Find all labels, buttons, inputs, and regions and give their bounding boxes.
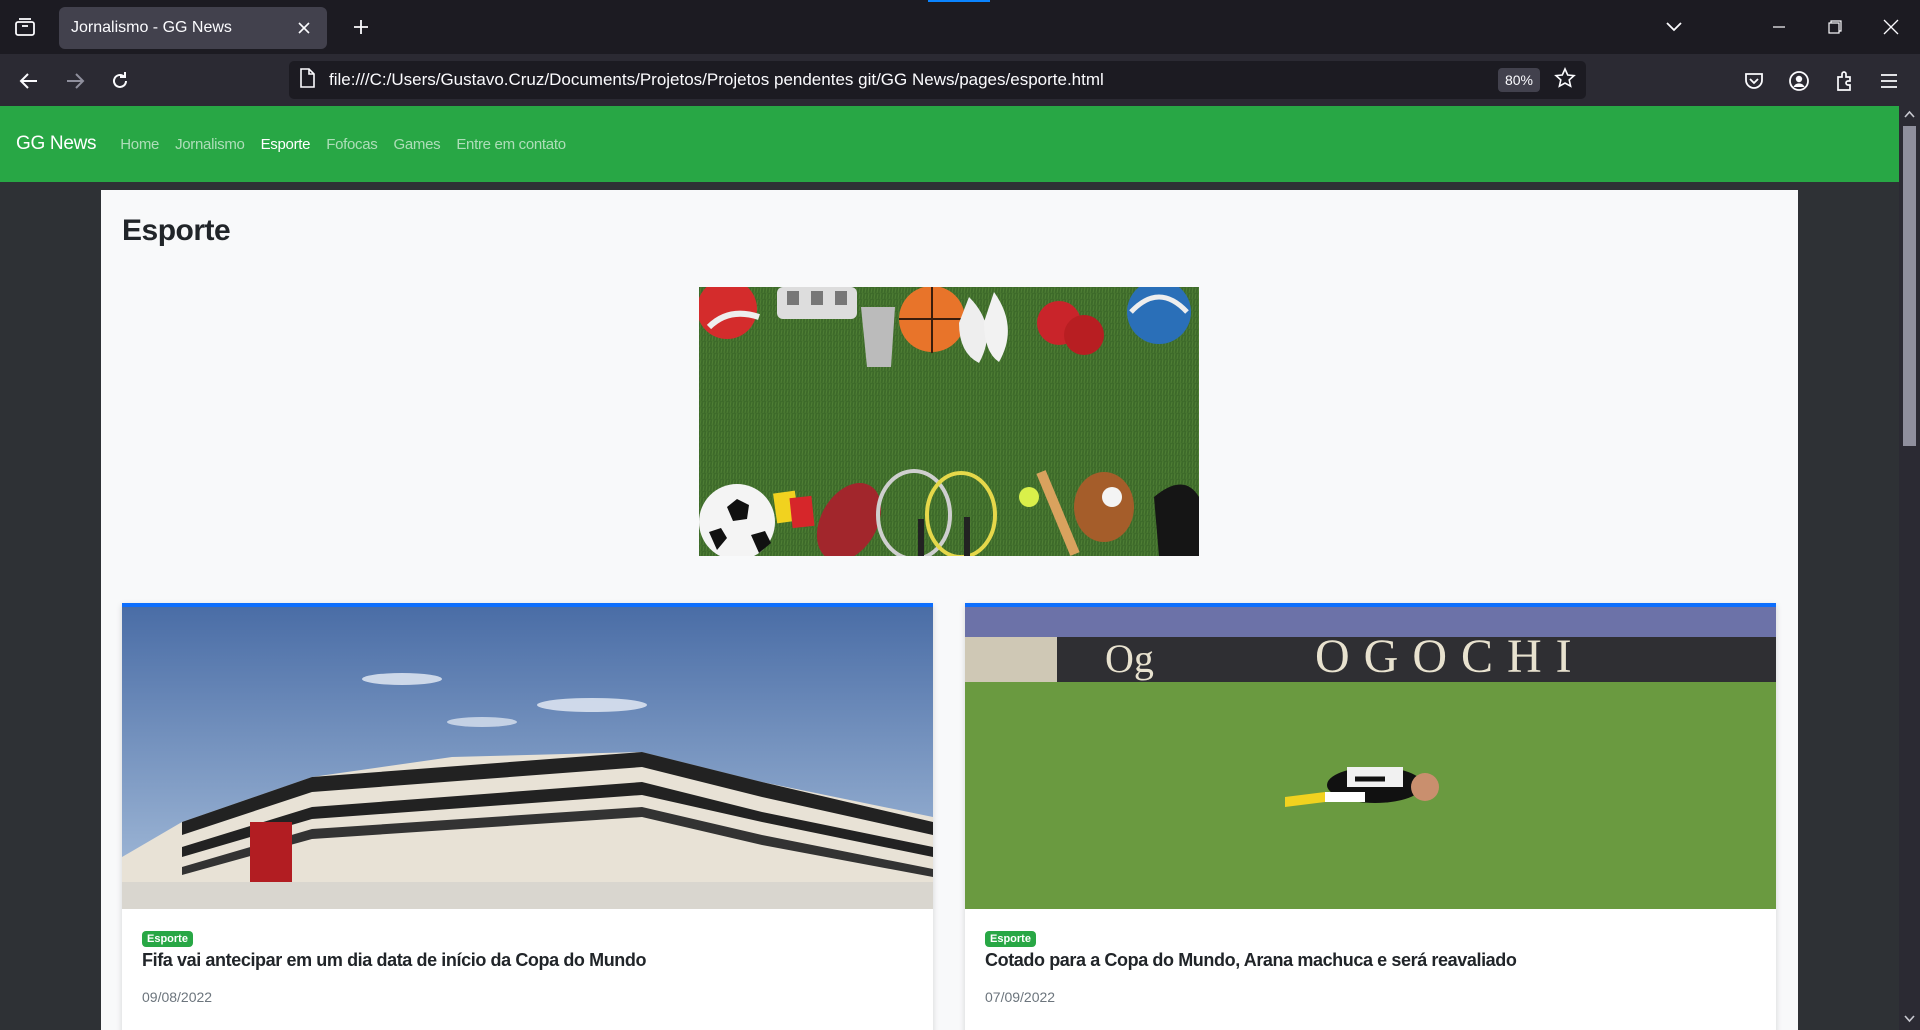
main-content: Esporte Esporte Fifa vai antecipar em um…: [101, 190, 1798, 1030]
category-badge: Esporte: [142, 931, 193, 947]
nav-link-esporte[interactable]: Esporte: [261, 136, 311, 153]
extensions-icon[interactable]: [1828, 64, 1862, 98]
page-file-icon: [299, 67, 315, 93]
tab-title: Jornalismo - GG News: [71, 19, 232, 36]
list-all-tabs-icon[interactable]: [10, 12, 40, 42]
minimize-icon[interactable]: [1762, 10, 1796, 44]
card-date: 09/08/2022: [142, 989, 213, 1005]
tab-overflow-chevron-icon[interactable]: [1657, 10, 1691, 44]
tab-bar-accent: [928, 0, 990, 2]
nav-link-fofocas[interactable]: Fofocas: [326, 136, 378, 153]
reload-icon[interactable]: [103, 64, 137, 98]
browser-tab-bar: Jornalismo - GG News: [0, 0, 1920, 54]
football-player-image: OGOCHI Og: [965, 607, 1776, 909]
scrollbar-thumb[interactable]: [1903, 126, 1916, 446]
card-title[interactable]: Fifa vai antecipar em um dia data de iní…: [142, 950, 646, 971]
vertical-scrollbar[interactable]: [1899, 106, 1920, 1030]
restore-icon[interactable]: [1818, 10, 1852, 44]
new-tab-icon[interactable]: [346, 12, 376, 42]
close-tab-icon[interactable]: [293, 17, 315, 39]
close-window-icon[interactable]: [1874, 10, 1908, 44]
site-brand[interactable]: GG News: [16, 133, 97, 155]
card-title[interactable]: Cotado para a Copa do Mundo, Arana machu…: [985, 950, 1517, 971]
hero-sports-equipment-image: [699, 287, 1199, 556]
svg-text:OGOCHI: OGOCHI: [1315, 630, 1586, 683]
nav-link-games[interactable]: Games: [393, 136, 440, 153]
news-card[interactable]: Esporte Fifa vai antecipar em um dia dat…: [122, 603, 933, 1030]
news-card[interactable]: OGOCHI Og Esporte Cotado para a Copa do …: [965, 603, 1776, 1030]
scroll-up-arrow-icon[interactable]: [1904, 110, 1915, 118]
nav-link-jornalismo[interactable]: Jornalismo: [175, 136, 245, 153]
site-navbar: GG News Home Jornalismo Esporte Fofocas …: [0, 106, 1899, 182]
scroll-down-arrow-icon[interactable]: [1904, 1015, 1915, 1023]
nav-link-contato[interactable]: Entre em contato: [456, 136, 566, 153]
page-title: Esporte: [122, 214, 231, 247]
address-bar[interactable]: file:///C:/Users/Gustavo.Cruz/Documents/…: [289, 61, 1586, 99]
category-badge: Esporte: [985, 931, 1036, 947]
tab-active[interactable]: Jornalismo - GG News: [59, 7, 327, 49]
url-text[interactable]: file:///C:/Users/Gustavo.Cruz/Documents/…: [329, 70, 1498, 90]
forward-arrow-icon[interactable]: [58, 64, 92, 98]
zoom-level-badge[interactable]: 80%: [1497, 68, 1540, 92]
browser-toolbar: file:///C:/Users/Gustavo.Cruz/Documents/…: [0, 54, 1920, 106]
bookmark-star-icon[interactable]: [1554, 66, 1576, 94]
stadium-image: [122, 607, 933, 909]
svg-text:Og: Og: [1105, 636, 1154, 681]
account-icon[interactable]: [1782, 64, 1816, 98]
pocket-icon[interactable]: [1737, 64, 1771, 98]
menu-hamburger-icon[interactable]: [1872, 64, 1906, 98]
card-date: 07/09/2022: [985, 989, 1056, 1005]
back-arrow-icon[interactable]: [12, 64, 46, 98]
nav-link-home[interactable]: Home: [120, 136, 159, 153]
page-viewport: GG News Home Jornalismo Esporte Fofocas …: [0, 106, 1899, 1030]
